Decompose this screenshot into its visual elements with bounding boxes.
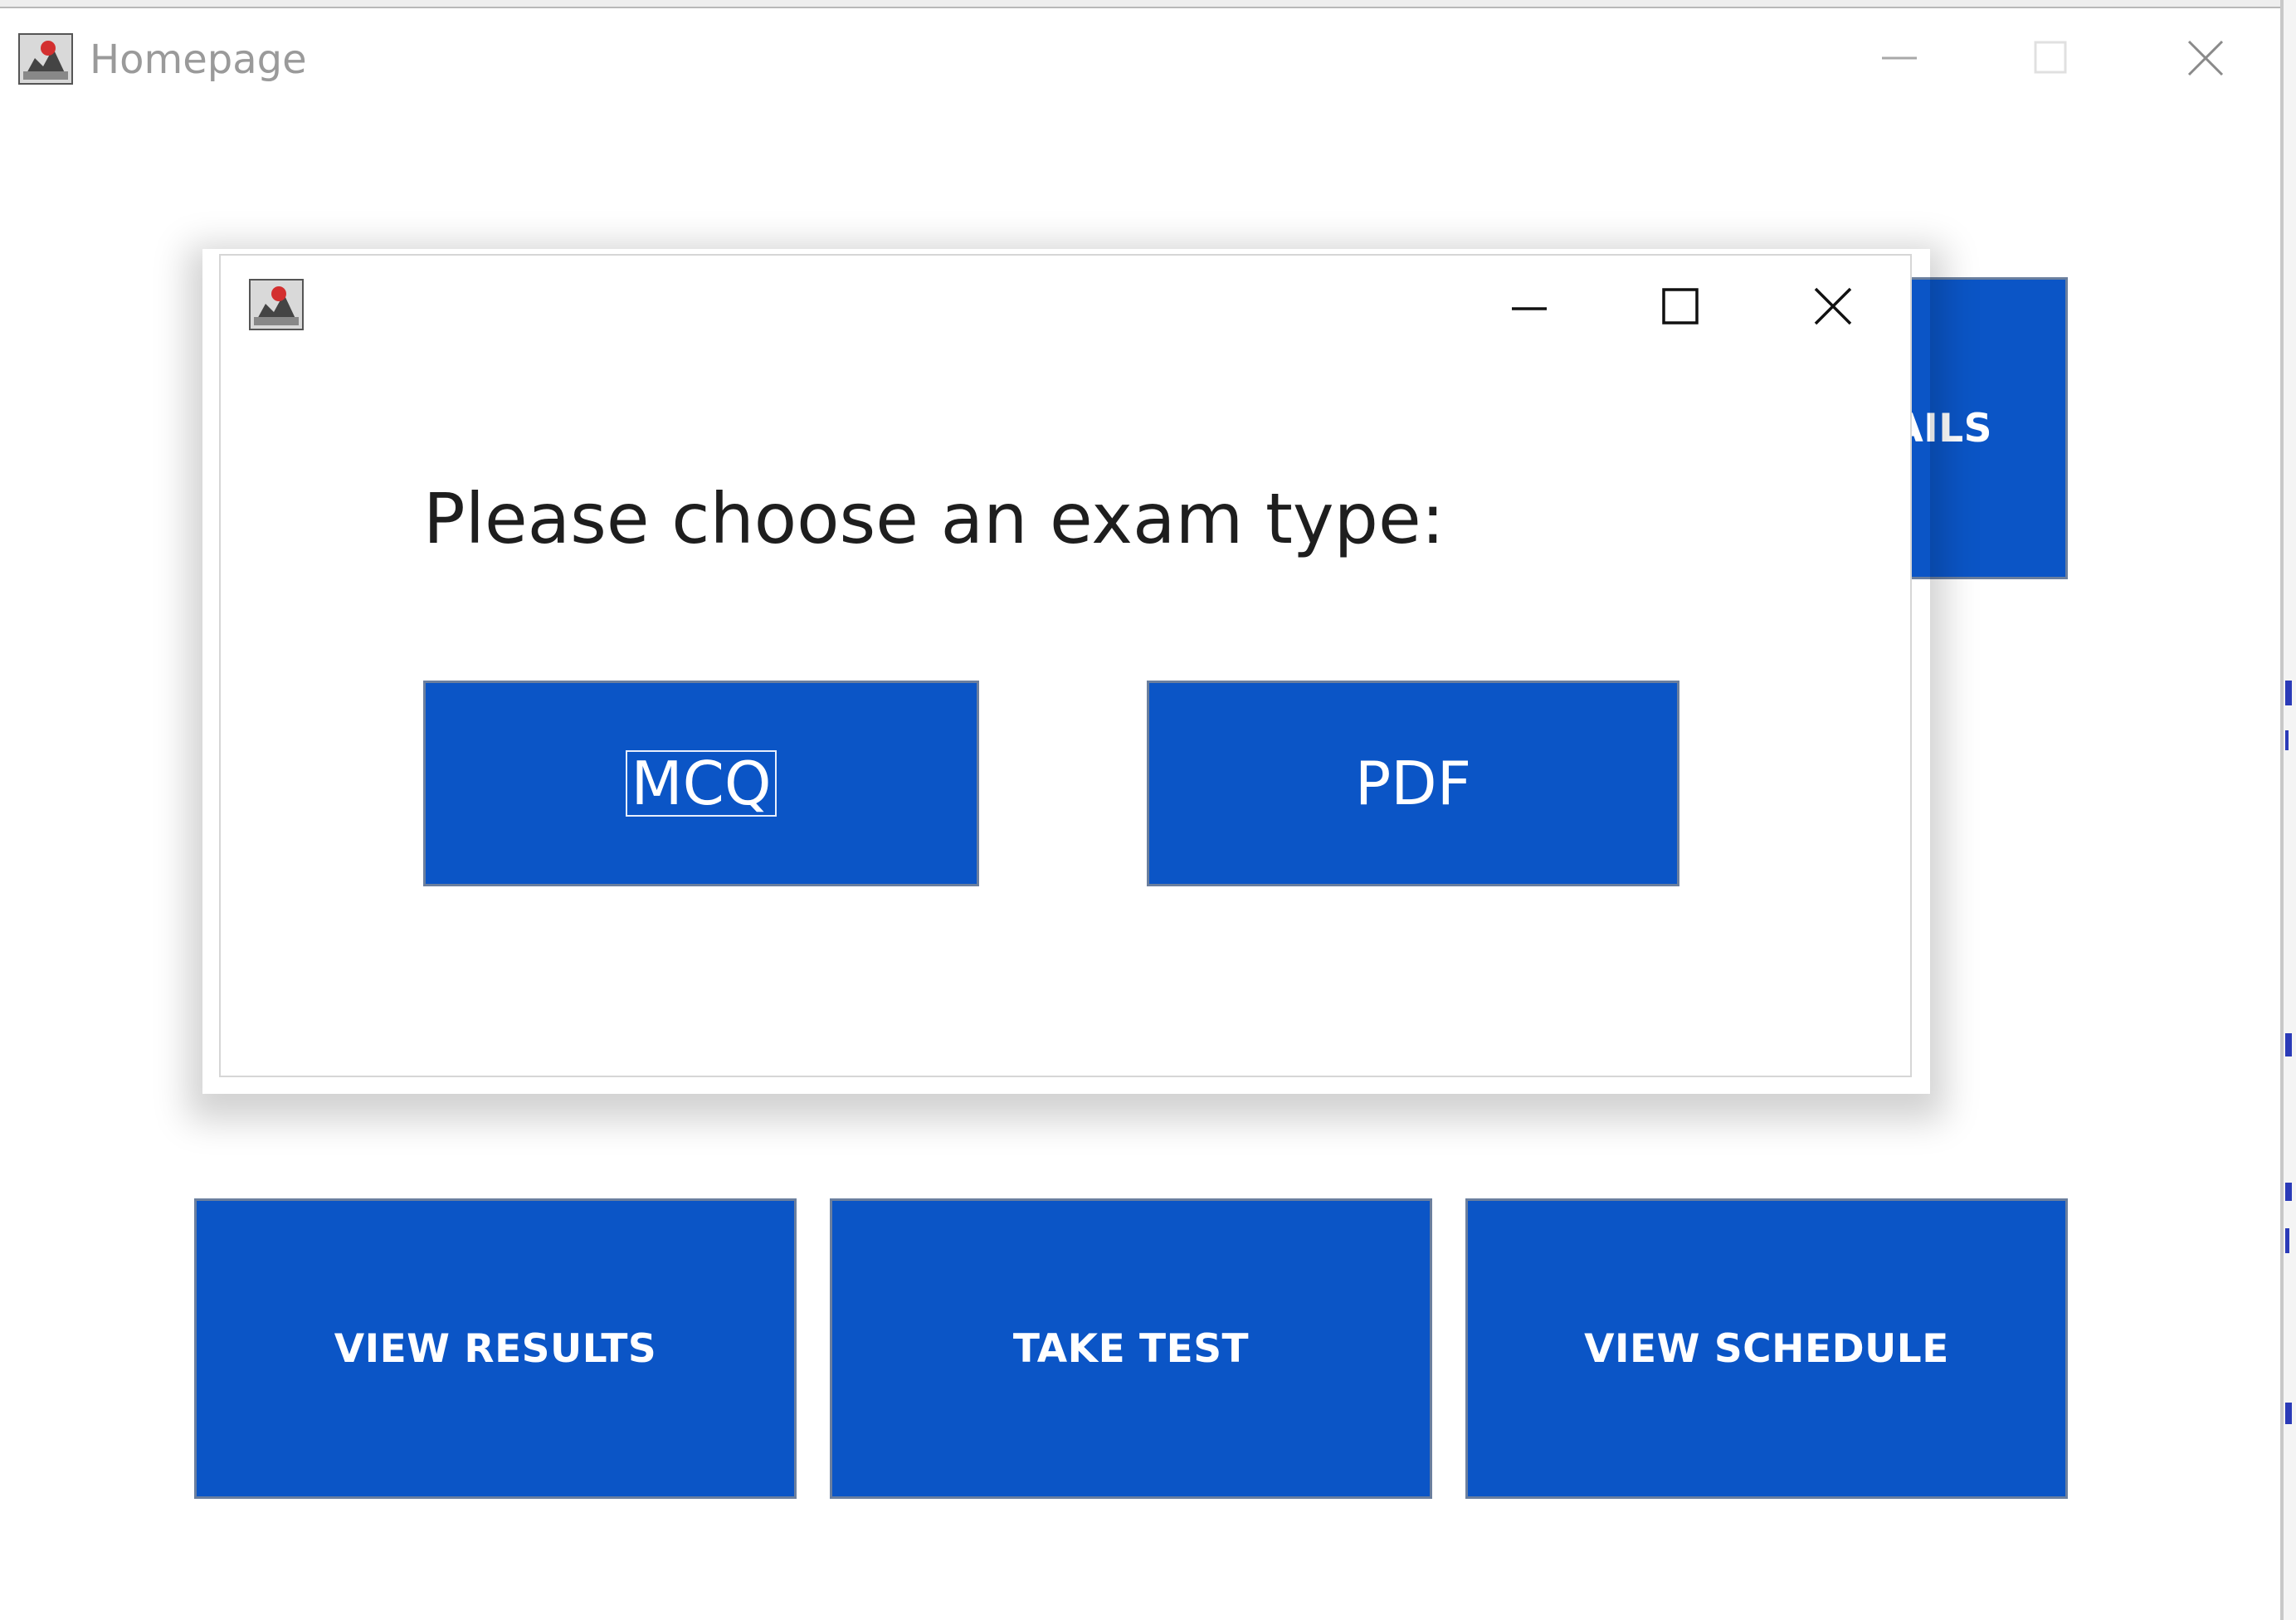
take-test-button-label: TAKE TEST [1012, 1325, 1250, 1372]
exam-type-dialog: Please choose an exam type: MCQ PDF [219, 254, 1912, 1077]
minimize-icon[interactable] [1880, 41, 1918, 75]
view-schedule-button[interactable]: VIEW SCHEDULE [1465, 1198, 2068, 1499]
java-app-icon [18, 33, 73, 85]
mcq-button[interactable]: MCQ [423, 681, 979, 886]
pdf-button[interactable]: PDF [1147, 681, 1679, 886]
view-results-button-label: VIEW RESULTS [334, 1325, 657, 1372]
close-icon[interactable] [2186, 38, 2225, 78]
maximize-icon[interactable] [2033, 40, 2068, 75]
dialog-close-icon[interactable] [1812, 285, 1854, 327]
background-window-edge [2284, 0, 2296, 1620]
window-top-edge [0, 0, 2284, 8]
dialog-maximize-icon[interactable] [1661, 287, 1699, 325]
view-schedule-button-label: VIEW SCHEDULE [1584, 1325, 1949, 1372]
mcq-button-label: MCQ [626, 750, 777, 817]
exam-type-prompt: Please choose an exam type: [423, 478, 1445, 559]
view-results-button[interactable]: VIEW RESULTS [194, 1198, 797, 1499]
java-app-icon [249, 279, 304, 330]
pdf-button-label: PDF [1354, 749, 1472, 818]
window-title: Homepage [90, 37, 307, 83]
dialog-minimize-icon[interactable] [1510, 292, 1548, 325]
take-test-button[interactable]: TAKE TEST [830, 1198, 1432, 1499]
